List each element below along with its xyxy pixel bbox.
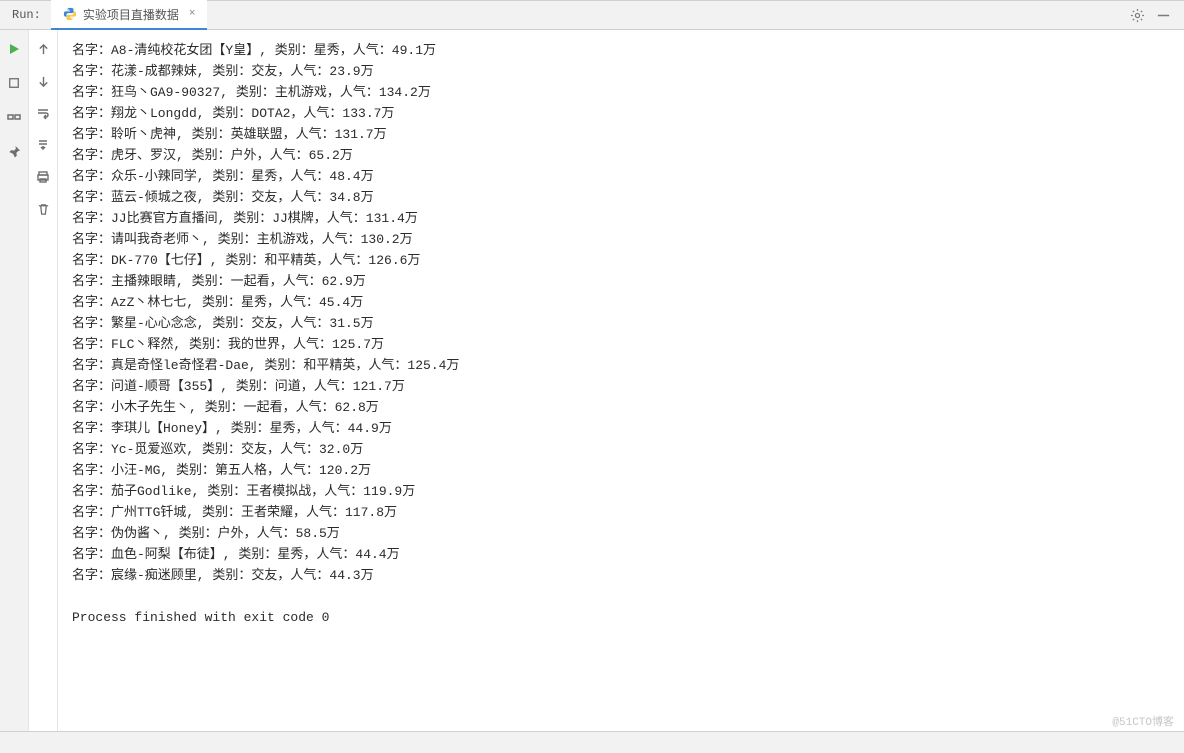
minimize-icon[interactable] <box>1154 6 1172 24</box>
run-tab-active[interactable]: 实验项目直播数据 × <box>51 0 208 30</box>
watermark-text: @51CTO博客 <box>1112 713 1174 729</box>
console-line: 名字：宸缘-痴迷顾里, 类别：交友，人气：44.3万 <box>72 565 1180 586</box>
console-line: 名字：众乐-小辣同学, 类别：星秀，人气：48.4万 <box>72 166 1180 187</box>
console-line: 名字：主播辣眼睛, 类别：一起看，人气：62.9万 <box>72 271 1180 292</box>
console-line: 名字：A8-清纯校花女团【Y皇】, 类别：星秀，人气：49.1万 <box>72 40 1180 61</box>
process-exit-line: Process finished with exit code 0 <box>72 607 1180 628</box>
console-line: 名字：繁星-心心念念, 类别：交友，人气：31.5万 <box>72 313 1180 334</box>
gear-icon[interactable] <box>1128 6 1146 24</box>
console-line: 名字：广州TTG钎城, 类别：王者荣耀，人气：117.8万 <box>72 502 1180 523</box>
console-line: 名字：DK-770【七仔】, 类别：和平精英，人气：126.6万 <box>72 250 1180 271</box>
status-bar <box>0 731 1184 753</box>
console-line: 名字：虎牙、罗汉, 类别：户外，人气：65.2万 <box>72 145 1180 166</box>
print-icon[interactable] <box>34 168 52 186</box>
down-arrow-icon[interactable] <box>34 72 52 90</box>
console-line: 名字：真是奇怪le奇怪君-Dae, 类别：和平精英，人气：125.4万 <box>72 355 1180 376</box>
run-tabbar: Run: 实验项目直播数据 × <box>0 1 1184 30</box>
soft-wrap-icon[interactable] <box>34 104 52 122</box>
up-arrow-icon[interactable] <box>34 40 52 58</box>
console-line: 名字：请叫我奇老师丶, 类别：主机游戏，人气：130.2万 <box>72 229 1180 250</box>
rerun-icon[interactable] <box>5 40 23 58</box>
console-line: 名字：小木子先生丶, 类别：一起看，人气：62.8万 <box>72 397 1180 418</box>
run-tab-label: 实验项目直播数据 <box>83 6 179 23</box>
console-line: 名字：聆听丶虎神, 类别：英雄联盟，人气：131.7万 <box>72 124 1180 145</box>
console-line: 名字：狂鸟丶GA9-90327, 类别：主机游戏，人气：134.2万 <box>72 82 1180 103</box>
run-gutter-left <box>0 30 29 731</box>
console-line: 名字：李琪儿【Honey】, 类别：星秀，人气：44.9万 <box>72 418 1180 439</box>
console-line: 名字：JJ比赛官方直播间, 类别：JJ棋牌，人气：131.4万 <box>72 208 1180 229</box>
console-output[interactable]: 名字：A8-清纯校花女团【Y皇】, 类别：星秀，人气：49.1万名字：花漾-成都… <box>58 30 1184 731</box>
console-line: 名字：FLC丶释然, 类别：我的世界，人气：125.7万 <box>72 334 1180 355</box>
run-gutter-tools <box>29 30 58 731</box>
console-line: 名字：花漾-成都辣妹, 类别：交友，人气：23.9万 <box>72 61 1180 82</box>
layout-icon[interactable] <box>5 108 23 126</box>
python-file-icon <box>63 7 77 21</box>
console-line: 名字：问道-顺哥【355】, 类别：问道，人气：121.7万 <box>72 376 1180 397</box>
scroll-to-end-icon[interactable] <box>34 136 52 154</box>
run-label: Run: <box>0 1 51 29</box>
stop-icon[interactable] <box>5 74 23 92</box>
console-line: 名字：翔龙丶Longdd, 类别：DOTA2，人气：133.7万 <box>72 103 1180 124</box>
close-icon[interactable]: × <box>189 8 196 20</box>
console-line: 名字：Yc-觅爱巡欢, 类别：交友，人气：32.0万 <box>72 439 1180 460</box>
pin-icon[interactable] <box>5 142 23 160</box>
console-line: 名字：蓝云-倾城之夜, 类别：交友，人气：34.8万 <box>72 187 1180 208</box>
console-line: 名字：伪伪酱丶, 类别：户外，人气：58.5万 <box>72 523 1180 544</box>
console-line: 名字：小汪-MG, 类别：第五人格，人气：120.2万 <box>72 460 1180 481</box>
console-line: 名字：茄子Godlike, 类别：王者模拟战，人气：119.9万 <box>72 481 1180 502</box>
console-line: 名字：AzZ丶林七七, 类别：星秀，人气：45.4万 <box>72 292 1180 313</box>
console-line: 名字：血色-阿梨【布徒】, 类别：星秀，人气：44.4万 <box>72 544 1180 565</box>
trash-icon[interactable] <box>34 200 52 218</box>
